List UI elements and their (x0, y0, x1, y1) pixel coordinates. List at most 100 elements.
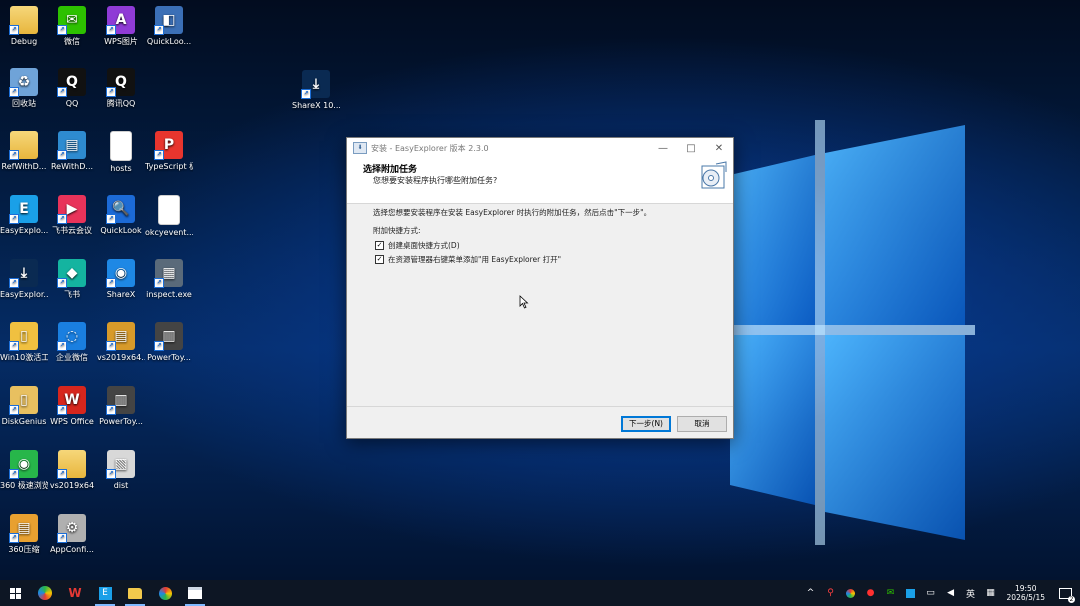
desktop-icon[interactable]: ▶ ↗ 飞书云会议 (48, 195, 96, 236)
shortcut-arrow-icon: ↗ (106, 87, 116, 97)
option-desktop-shortcut[interactable]: ✓ 创建桌面快捷方式(D) (375, 240, 460, 251)
desktop-icon[interactable]: W ↗ WPS Office (48, 386, 96, 427)
desktop-icon[interactable]: ↗ RefWithD... (0, 131, 48, 172)
desktop-icon[interactable]: ↗ vs2019x64 (48, 450, 96, 491)
app-icon: P ↗ (154, 131, 183, 160)
desktop-icon[interactable]: 🔍 ↗ QuickLook (97, 195, 145, 236)
desktop-icon[interactable]: ▦ ↗ inspect.exe (145, 259, 193, 300)
shortcut-arrow-icon: ↗ (57, 405, 67, 415)
desktop-icon[interactable]: ◆ ↗ 飞书 (48, 259, 96, 300)
desktop-icon[interactable]: ♻ ↗ 回收站 (0, 68, 48, 109)
desktop-icon-label: okcyevent... (145, 228, 193, 237)
desktop-icon[interactable]: ▥ ↗ PowerToy... (97, 386, 145, 427)
taskbar-sharex[interactable] (150, 580, 180, 606)
dialog-titlebar[interactable]: ⬇ 安装 - EasyExplorer 版本 2.3.0 — □ ✕ (347, 138, 733, 158)
shortcut-arrow-icon: ↗ (57, 150, 67, 160)
volume-icon[interactable]: ◀ (944, 586, 958, 600)
installer-dialog: ⬇ 安装 - EasyExplorer 版本 2.3.0 — □ ✕ 选择附加任… (346, 137, 734, 439)
desktop-icon-label: AppConfi... (50, 545, 94, 554)
desktop-icon[interactable]: ◧ ↗ QuickLoo... (145, 6, 193, 47)
input-language-indicator[interactable]: 英 (964, 586, 978, 600)
desktop-icon-label: 360压缩 (8, 545, 40, 554)
desktop-icon[interactable]: ↗ Debug (0, 6, 48, 47)
shortcut-arrow-icon: ↗ (57, 25, 67, 35)
cancel-button[interactable]: 取消 (677, 416, 727, 432)
taskbar-easyexplorer[interactable]: E (90, 580, 120, 606)
desktop-icon[interactable]: hosts (97, 131, 145, 174)
desktop-shortcut-checkbox[interactable]: ✓ (375, 241, 384, 250)
desktop-icon[interactable]: ⚙ ↗ AppConfi... (48, 514, 96, 555)
folder-icon: ↗ (57, 450, 86, 479)
desktop-icon[interactable]: ▤ ↗ 360压缩 (0, 514, 48, 555)
desktop-icon-label: DiskGenius (1, 417, 47, 426)
desktop-icon[interactable]: E ↗ EasyExplo... (0, 195, 48, 236)
desktop-icon[interactable]: ▯↗ Win10激活工具 (0, 322, 48, 363)
record-tray-icon[interactable]: ● (864, 586, 878, 600)
start-button[interactable] (0, 580, 30, 606)
clock[interactable]: 19:50 2026/5/15 (1007, 584, 1045, 602)
maximize-button[interactable]: □ (677, 138, 705, 158)
app-icon: W ↗ (57, 386, 86, 415)
app-icon: ▥ ↗ (154, 322, 183, 351)
desktop-icon[interactable]: ▯ ↗ DiskGenius (0, 386, 48, 427)
minimize-button[interactable]: — (649, 138, 677, 158)
wechat-tray-icon[interactable]: ✉ (884, 586, 898, 600)
desktop-icon[interactable]: ◌ ↗ 企业微信 (48, 322, 96, 363)
desktop-icon[interactable]: ▥ ↗ PowerToy... (145, 322, 193, 363)
taskbar-360-browser[interactable] (30, 580, 60, 606)
wizard-footer: 下一步(N) 取消 (347, 406, 733, 438)
context-menu-checkbox[interactable]: ✓ (375, 255, 384, 264)
desktop-icon[interactable]: A ↗ WPS图片 (97, 6, 145, 47)
app-icon: ⤓ ↗ (9, 259, 38, 288)
desktop-icon[interactable]: Q ↗ 腾讯QQ (97, 68, 145, 109)
desktop-icon-label: 飞书 (64, 290, 80, 299)
shortcut-arrow-icon: ↗ (106, 214, 116, 224)
app-icon: ⤓ ↗ (301, 70, 330, 99)
app-icon: ▶ ↗ (57, 195, 86, 224)
shortcut-arrow-icon: ↗ (57, 214, 67, 224)
desktop-icon[interactable]: Q ↗ QQ (48, 68, 96, 109)
desktop-icon[interactable]: ✉ ↗ 微信 (48, 6, 96, 47)
desktop-icon-label: 回收站 (12, 99, 36, 108)
close-button[interactable]: ✕ (705, 138, 733, 158)
shortcut-arrow-icon: ↗ (154, 341, 164, 351)
desktop-icon-label: vs2019x64... (97, 353, 145, 362)
desktop-icon[interactable]: ⤓ ↗ ShareX 10... (292, 70, 340, 111)
notification-center-icon[interactable]: 2 (1058, 586, 1075, 603)
app-icon: A ↗ (106, 6, 135, 35)
desktop-icon-label: 飞书云会议 (52, 226, 92, 235)
taskbar: W E ^ ⚲ ● ✉ ▭ ◀ 英 ▦ 19:50 2026/5/15 2 (0, 580, 1080, 606)
desktop-icon-label: WPS图片 (104, 37, 138, 46)
desktop-icon[interactable]: ▤ ↗ vs2019x64... (97, 322, 145, 363)
desktop-icon-label: EasyExplor... (0, 290, 48, 299)
desktop-icon[interactable]: ⤓ ↗ EasyExplor... (0, 259, 48, 300)
desktop-icon-label: ShareX 10... (292, 101, 340, 110)
desktop-icon[interactable]: ◉ ↗ ShareX (97, 259, 145, 300)
taskbar-file-explorer[interactable] (120, 580, 150, 606)
next-button[interactable]: 下一步(N) (621, 416, 671, 432)
shortcut-arrow-icon: ↗ (57, 87, 67, 97)
search-tray-icon[interactable]: ⚲ (824, 586, 838, 600)
desktop-icon-label: EasyExplo... (0, 226, 48, 235)
shortcut-arrow-icon: ↗ (106, 25, 116, 35)
sharex-tray-icon[interactable] (844, 586, 858, 600)
keyboard-icon[interactable]: ▦ (984, 586, 998, 600)
desktop-icon[interactable]: ▧ ↗ dist (97, 450, 145, 491)
easyexplorer-tray-icon[interactable] (904, 586, 918, 600)
app-icon: ◉ ↗ (106, 259, 135, 288)
network-icon[interactable]: ▭ (924, 586, 938, 600)
desktop-icon[interactable]: okcyevent... (145, 195, 193, 238)
desktop-icon[interactable]: ▤ ↗ ReWithD... (48, 131, 96, 172)
chevron-up-icon[interactable]: ^ (804, 586, 818, 600)
taskbar-installer[interactable] (180, 580, 210, 606)
shortcut-arrow-icon: ↗ (106, 278, 116, 288)
option-context-menu[interactable]: ✓ 在资源管理器右键菜单添加"用 EasyExplorer 打开" (375, 254, 561, 265)
desktop-icon-label: TypeScript 极速指南.pdf (145, 162, 193, 171)
desktop-icon[interactable]: P↗ TypeScript 极速指南.pdf (145, 131, 193, 172)
shortcut-arrow-icon: ↗ (301, 89, 311, 99)
taskbar-wps[interactable]: W (60, 580, 90, 606)
file-icon (158, 195, 180, 225)
desktop-shortcut-label: 创建桌面快捷方式(D) (388, 241, 460, 250)
shortcut-arrow-icon: ↗ (9, 533, 19, 543)
desktop-icon[interactable]: ◉↗ 360 极速浏览器X (0, 450, 48, 491)
